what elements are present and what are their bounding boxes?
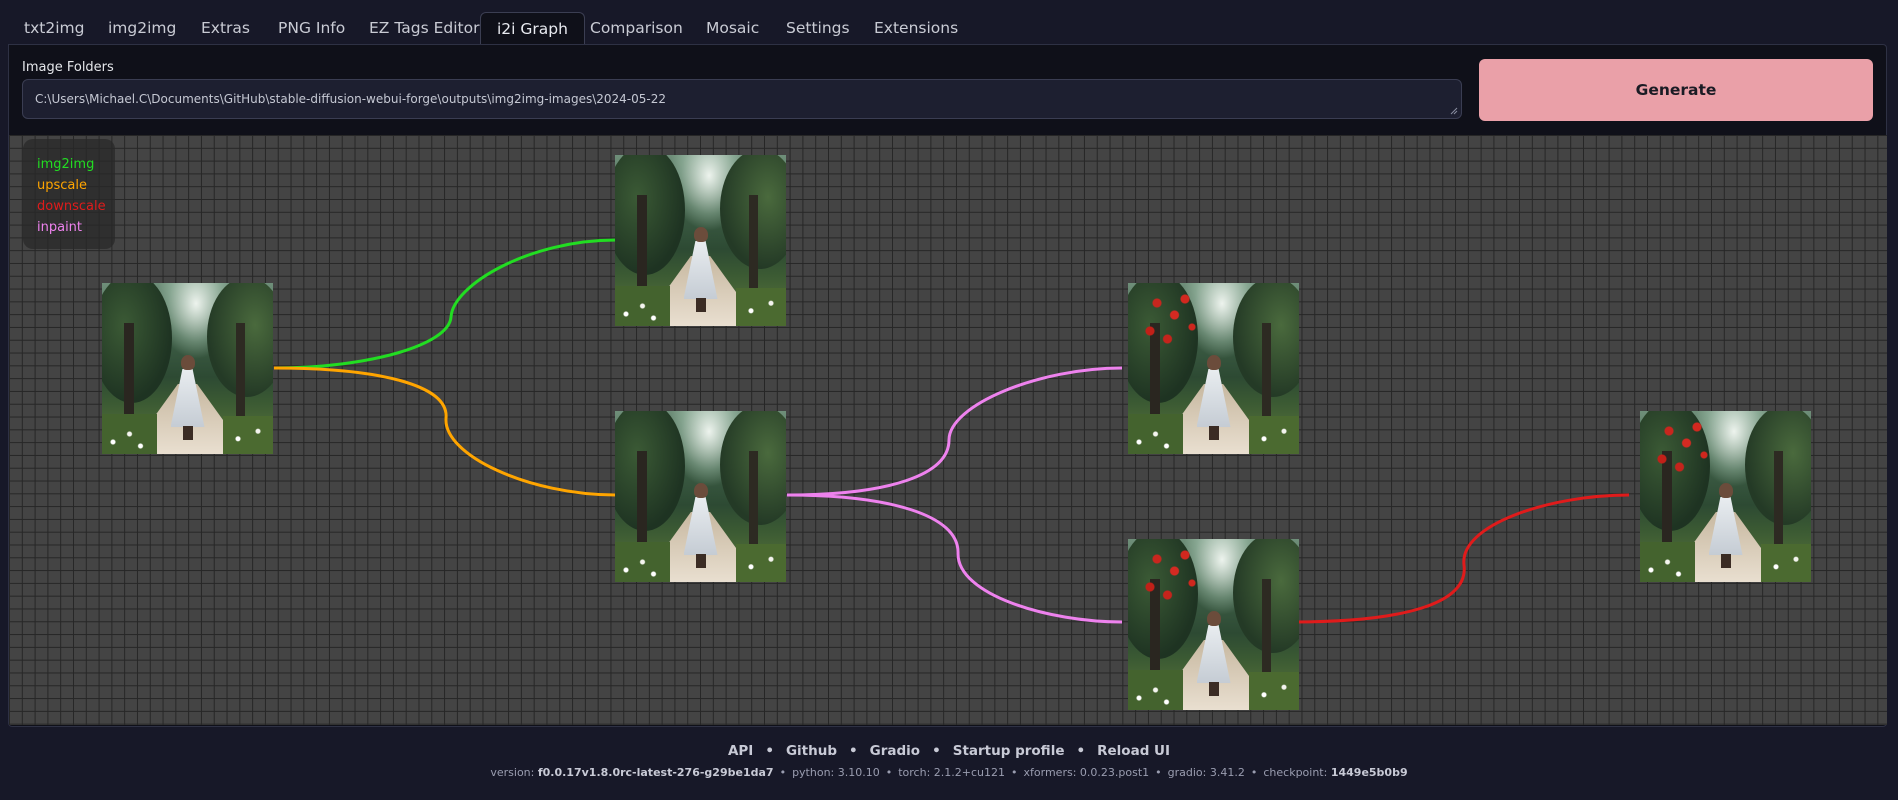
image-folders-label: Image Folders xyxy=(22,60,114,75)
footer-link-reload-ui[interactable]: Reload UI xyxy=(1097,743,1170,759)
footer-links: API • Github • Gradio • Startup profile • Reload… xyxy=(0,743,1898,759)
tab-settings[interactable]: Settings xyxy=(770,12,866,45)
node-thumbnail-image xyxy=(1128,283,1299,454)
legend-downscale: downscale xyxy=(37,199,106,214)
node-thumbnail-image xyxy=(1640,411,1811,582)
edge-downscale xyxy=(1292,493,1630,624)
python-version: python: 3.10.10 xyxy=(792,766,880,779)
tab-extensions[interactable]: Extensions xyxy=(858,12,974,45)
image-folders-value: C:\Users\Michael.C\Documents\GitHub\stab… xyxy=(35,92,667,106)
version-value: f0.0.17v1.8.0rc-latest-276-g29be1da7 xyxy=(537,766,774,779)
node-thumbnail-image xyxy=(615,411,786,582)
graph-edges xyxy=(273,238,1630,624)
graph-node-inpaint-b[interactable] xyxy=(1128,539,1299,710)
footer-separator: • xyxy=(765,743,774,759)
tab-ez-tags-editor[interactable]: EZ Tags Editor xyxy=(353,12,495,45)
edge-legend: img2img upscale downscale inpaint xyxy=(23,139,115,249)
edge-img2img xyxy=(273,238,617,370)
resize-grip-icon[interactable] xyxy=(1450,107,1458,115)
image-folders-input[interactable]: C:\Users\Michael.C\Documents\GitHub\stab… xyxy=(22,79,1462,119)
edge-inpaint-b xyxy=(786,493,1123,624)
edge-inpaint-a xyxy=(786,366,1123,497)
graph-node-inpaint-a[interactable] xyxy=(1128,283,1299,454)
generate-button[interactable]: Generate xyxy=(1479,59,1873,121)
graph-node-img2img-result[interactable] xyxy=(615,155,786,326)
tab-mosaic[interactable]: Mosaic xyxy=(690,12,775,45)
footer-version-info: version: f0.0.17v1.8.0rc-latest-276-g29b… xyxy=(490,766,1408,779)
footer-link-gradio[interactable]: Gradio xyxy=(870,743,920,759)
graph-canvas[interactable]: img2img upscale downscale inpaint xyxy=(9,135,1887,725)
xformers-version: xformers: 0.0.23.post1 xyxy=(1023,766,1150,779)
footer-link-github[interactable]: Github xyxy=(786,743,837,759)
checkpoint-value: 1449e5b0b9 xyxy=(1330,766,1408,779)
tab-png-info[interactable]: PNG Info xyxy=(262,12,361,45)
legend-img2img: img2img xyxy=(37,157,95,172)
legend-upscale: upscale xyxy=(37,178,87,193)
edge-upscale xyxy=(273,366,617,497)
node-thumbnail-image xyxy=(102,283,273,454)
gradio-version: gradio: 3.41.2 xyxy=(1167,766,1245,779)
tab-comparison[interactable]: Comparison xyxy=(574,12,699,45)
graph-node-source[interactable] xyxy=(102,283,273,454)
footer-separator: • xyxy=(932,743,941,759)
node-thumbnail-image xyxy=(615,155,786,326)
graph-node-upscaled[interactable] xyxy=(615,411,786,582)
footer-link-startup-profile[interactable]: Startup profile xyxy=(953,743,1065,759)
footer-separator: • xyxy=(849,743,858,759)
footer-separator: • xyxy=(1076,743,1086,759)
tab-i2i-graph[interactable]: i2i Graph xyxy=(480,12,585,46)
checkpoint-label: checkpoint: xyxy=(1263,766,1328,779)
tab-bar: txt2img img2img Extras PNG Info EZ Tags … xyxy=(8,12,1888,46)
torch-version: torch: 2.1.2+cu121 xyxy=(898,766,1006,779)
tab-img2img[interactable]: img2img xyxy=(92,12,192,45)
node-thumbnail-image xyxy=(1128,539,1299,710)
legend-inpaint: inpaint xyxy=(37,220,83,235)
tab-txt2img[interactable]: txt2img xyxy=(8,12,100,45)
version-label: version: xyxy=(490,766,535,779)
footer-link-api[interactable]: API xyxy=(728,743,753,759)
tab-extras[interactable]: Extras xyxy=(185,12,266,45)
graph-node-downscaled[interactable] xyxy=(1640,411,1811,582)
